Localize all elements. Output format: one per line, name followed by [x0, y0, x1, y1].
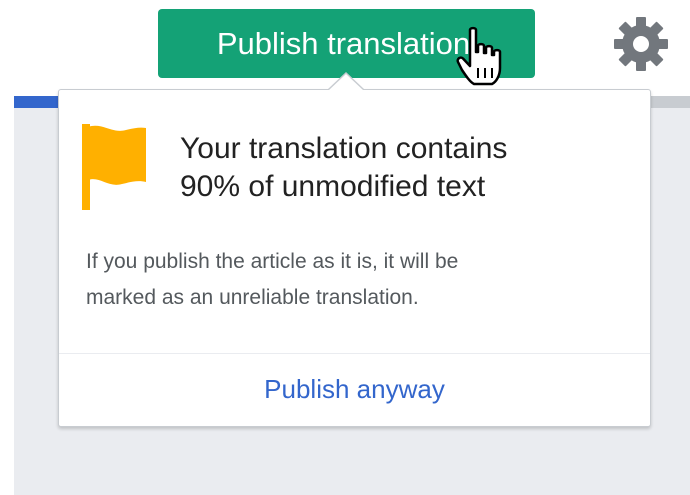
popup-title-line-2: 90% of unmodified text: [180, 170, 486, 203]
flag-icon: [80, 124, 152, 210]
popup-arrow-fill: [329, 74, 363, 90]
popup-title: Your translation contains 90% of unmodif…: [180, 130, 620, 206]
settings-button[interactable]: [611, 14, 671, 74]
popup-title-line-1: Your translation contains: [180, 132, 508, 165]
publish-translation-button[interactable]: Publish translation: [158, 9, 535, 78]
popup-message: If you publish the article as it is, it …: [86, 244, 626, 316]
publish-anyway-button[interactable]: Publish anyway: [59, 354, 650, 426]
gear-icon: [614, 17, 668, 71]
popup-message-line-1: If you publish the article as it is, it …: [86, 250, 459, 273]
popup-message-line-2: marked as an unreliable translation.: [86, 286, 419, 309]
